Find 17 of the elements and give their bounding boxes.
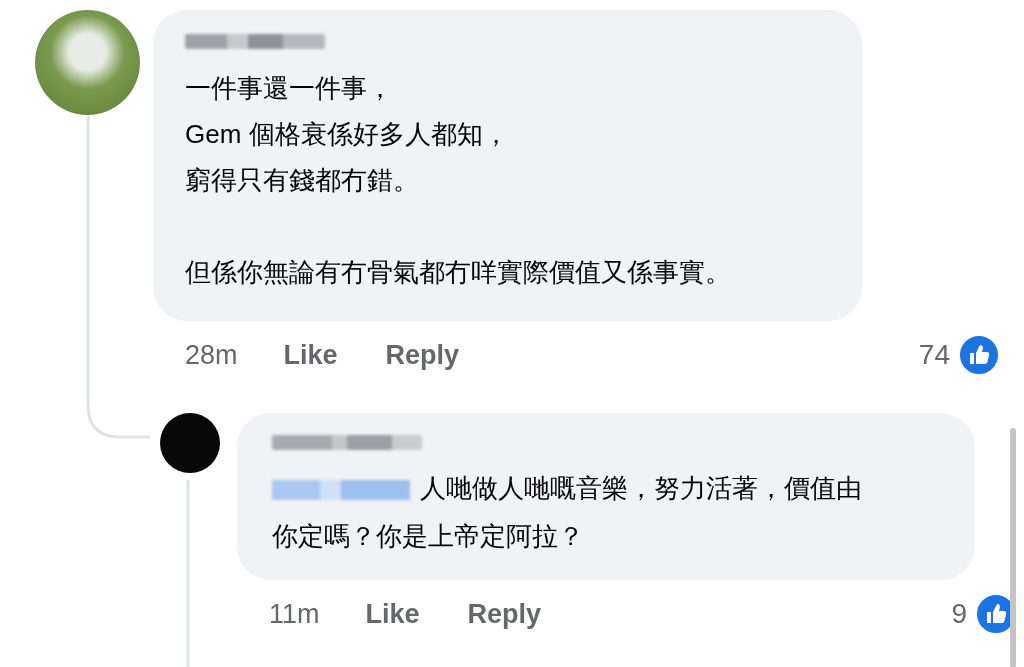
- reply-text-line: 人哋做人哋嘅音樂，努力活著，價值由: [420, 473, 862, 503]
- reply-button[interactable]: Reply: [467, 598, 542, 630]
- reply-time: 11m: [269, 598, 320, 630]
- reaction-count: 9: [951, 598, 967, 630]
- scrollbar[interactable]: [1010, 428, 1016, 667]
- like-button[interactable]: Like: [283, 339, 338, 371]
- reaction-count: 74: [918, 339, 950, 371]
- like-button[interactable]: Like: [365, 598, 420, 630]
- comment-text-line: 窮得只有錢都冇錯。: [185, 164, 420, 197]
- comment-time: 28m: [185, 339, 238, 371]
- avatar-photo-placeholder[interactable]: [160, 413, 220, 473]
- comment-text-line: 一件事還一件事，: [185, 72, 394, 105]
- reply-button[interactable]: Reply: [385, 339, 460, 371]
- like-reaction-icon: [958, 334, 1000, 376]
- reply-text-line: 你定嗎？你是上帝定阿拉？: [272, 521, 584, 551]
- comment-text-line: Gem 個格衰係好多人都知，: [185, 118, 510, 151]
- comment-text-line: 但係你無論有冇骨氣都冇咩實際價值又係事實。: [185, 256, 732, 289]
